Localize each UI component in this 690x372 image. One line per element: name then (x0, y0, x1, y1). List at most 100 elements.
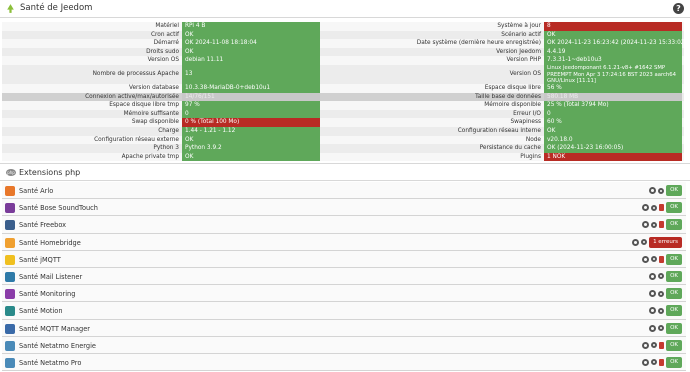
plugin-icon (5, 220, 15, 231)
extension-actions: OK (642, 339, 682, 351)
health-label: Swap disponible (131, 119, 179, 126)
health-value: 14/76/151 (182, 92, 320, 102)
gear-icon[interactable] (658, 273, 665, 280)
health-row: Configuration réseau externe OK Node v20.18… (2, 135, 684, 145)
extension-row[interactable]: Santé Monitoring OK (2, 285, 686, 303)
extensions-title: Extensions php (19, 168, 81, 177)
health-label: Version PHP (506, 57, 541, 64)
extension-row[interactable]: Santé MQTT Manager OK (2, 319, 686, 337)
extension-row[interactable]: Santé Motion OK (2, 302, 686, 320)
health-label: Nombre de processus Apache (92, 70, 179, 77)
status-badge: OK (666, 253, 682, 265)
extension-name: Santé Monitoring (19, 290, 76, 299)
plugin-icon (5, 237, 15, 248)
health-row: Mémoire suffisante 0 Erreur I/O 0 (2, 109, 684, 119)
extension-row[interactable]: Santé Netatmo Energie OK (2, 336, 686, 354)
health-label: Persistance du cache (479, 145, 541, 152)
gear-icon[interactable] (649, 324, 657, 332)
extension-row[interactable]: Santé jMQTT OK (2, 250, 686, 268)
health-label: Espace disque libre (484, 84, 541, 91)
health-label: Apache private tmp (121, 153, 179, 160)
gear-icon[interactable] (658, 307, 665, 314)
gear-icon[interactable] (642, 255, 650, 263)
status-badge: OK (666, 270, 682, 282)
gear-icon[interactable] (658, 187, 665, 194)
trash-icon[interactable] (659, 221, 665, 229)
health-value: RPi 4 B (182, 22, 320, 31)
health-label: Node (525, 136, 541, 143)
gear-icon[interactable] (642, 341, 650, 349)
gear-icon[interactable] (641, 239, 648, 246)
health-label: Configuration réseau externe (94, 136, 179, 143)
plugin-icon (5, 340, 15, 351)
health-value: debian 11.11 (182, 56, 320, 65)
gear-icon[interactable] (642, 204, 650, 212)
gear-icon[interactable] (651, 204, 658, 211)
page-title: Santé de Jeedom (20, 3, 93, 13)
extension-actions: OK (642, 356, 682, 368)
extension-row[interactable]: Santé Homebridge 1 erreurs (2, 233, 686, 251)
gear-icon[interactable] (649, 272, 657, 280)
gear-icon[interactable] (651, 342, 658, 349)
health-value: 25 % (Total 3794 Mo) (544, 101, 682, 110)
health-value: OK (182, 152, 320, 162)
health-panel-header: Santé de Jeedom ? (0, 0, 690, 18)
gear-icon[interactable] (642, 358, 650, 366)
gear-icon[interactable] (651, 256, 658, 263)
gear-icon[interactable] (651, 221, 658, 228)
health-row: Démarré OK 2024-11-08 18:18:04 Date systèm… (2, 39, 684, 48)
gear-icon[interactable] (649, 290, 657, 298)
health-value: v20.18.0 (544, 135, 682, 145)
plugin-icon (5, 323, 15, 334)
gear-icon[interactable] (658, 325, 665, 331)
extension-row[interactable]: Santé Bose SoundTouch OK (2, 199, 686, 217)
status-badge: 1 erreurs (649, 236, 682, 248)
extension-row[interactable]: Santé Mail Listener OK (2, 267, 686, 286)
jeedom-health-icon (7, 4, 14, 13)
gear-icon[interactable] (642, 221, 650, 229)
status-badge: OK (666, 202, 682, 214)
gear-icon[interactable] (649, 187, 657, 194)
health-value: OK (182, 135, 320, 145)
extension-row[interactable]: Santé Arlo OK (2, 182, 686, 200)
health-value: 580.18 MB (544, 92, 682, 102)
help-icon[interactable]: ? (673, 3, 684, 14)
gear-icon[interactable] (651, 359, 658, 366)
health-label: Démarré (153, 40, 179, 47)
health-grid: Matériel RPi 4 B Système à jour 8 Cron actif… (2, 22, 684, 162)
health-value: 0 (182, 109, 320, 119)
trash-icon[interactable] (659, 204, 665, 212)
status-badge: OK (666, 185, 682, 196)
health-label: Cron actif (150, 31, 179, 38)
plugin-icon (5, 186, 15, 196)
extensions-header: php Extensions php (0, 163, 690, 181)
health-row: Apache private tmp OK Plugins 1 NOK (2, 152, 684, 162)
extension-actions: OK (642, 253, 682, 265)
health-label: Matériel (155, 23, 179, 29)
health-value: 7.3.31-1~deb10u3 (544, 56, 682, 65)
health-value: OK (544, 30, 682, 40)
trash-icon[interactable] (659, 341, 665, 349)
extension-row[interactable]: Santé Freebox OK (2, 216, 686, 234)
health-label: Droits sudo (146, 48, 179, 55)
health-value: OK 2024-11-23 16:23:42 (2024-11-23 15:33… (544, 39, 682, 48)
health-row: Connexion active/max/autorisée 14/76/151 T… (2, 92, 684, 102)
health-value: OK (182, 30, 320, 40)
extension-actions: 1 erreurs (632, 236, 682, 248)
health-label: Version OS (147, 57, 179, 64)
trash-icon[interactable] (659, 358, 665, 366)
extension-actions: OK (642, 219, 682, 231)
status-badge: OK (666, 339, 682, 351)
gear-icon[interactable] (658, 290, 665, 297)
gear-icon[interactable] (632, 238, 640, 246)
health-row: Swap disponible 0 % (Total 100 Mo) Swapine… (2, 118, 684, 127)
trash-icon[interactable] (659, 255, 665, 263)
health-page: { "header": { "title": "Santé de Jeedom"… (0, 0, 690, 372)
extension-row[interactable]: Santé Netatmo Pro OK (2, 353, 686, 372)
health-value: 8 (544, 22, 682, 31)
health-value: Python 3.9.2 (182, 144, 320, 153)
health-label: Configuration réseau interne (457, 127, 541, 134)
extensions-list: Santé Arlo OK Santé Bose SoundTouch OK Santé… (2, 182, 686, 372)
plugin-icon (5, 254, 15, 265)
gear-icon[interactable] (649, 307, 657, 315)
